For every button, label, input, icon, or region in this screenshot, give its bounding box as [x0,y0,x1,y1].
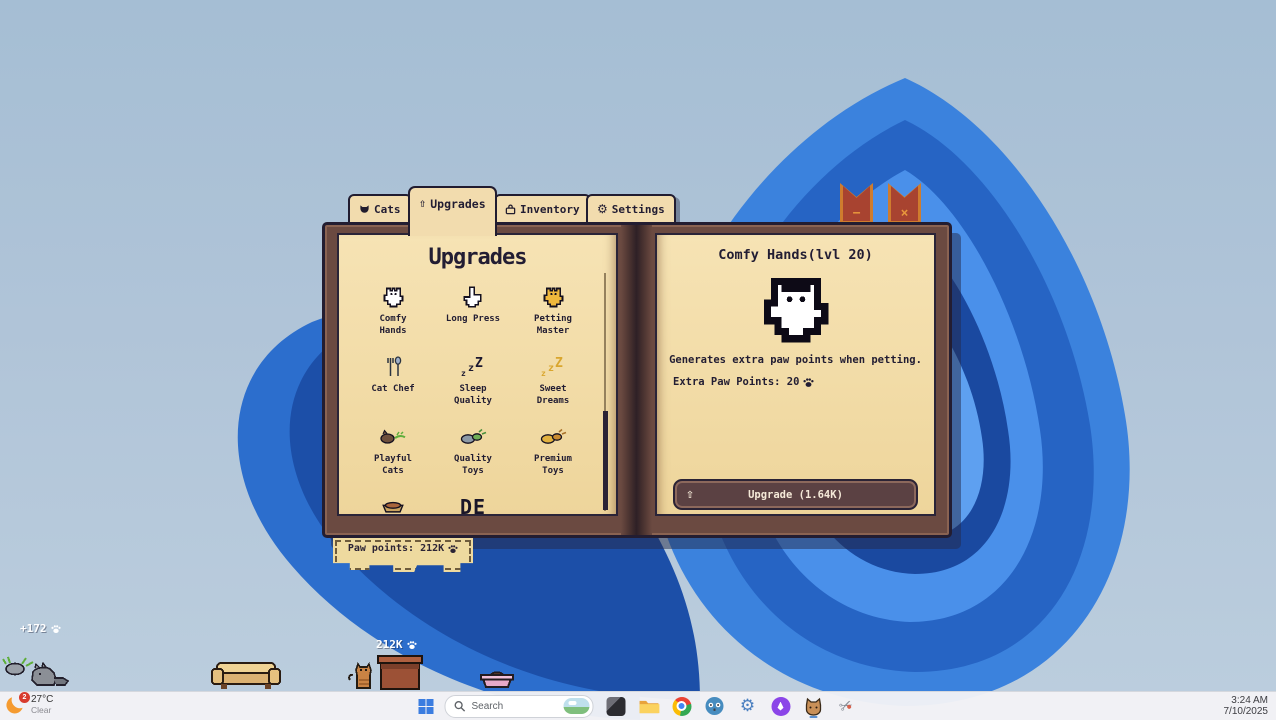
tab-upgrades-label: Upgrades [430,197,485,211]
page-title: Upgrades [339,245,616,270]
upgrade-item-petting-master[interactable]: Petting Master [513,281,593,351]
floating-points: +172 [20,622,61,635]
svg-text:z: z [461,369,466,378]
tab-inventory[interactable]: Inventory [494,194,591,224]
search-highlight-thumbnail [564,698,590,714]
upgrade-item-quality-toys[interactable]: Quality Toys [433,421,513,491]
chrome-icon[interactable] [671,694,693,718]
upgrade-item-playful-cats[interactable]: Playful Cats [353,421,433,491]
up-arrow-icon: ⇧ [686,487,694,502]
partial-heading-text: DE [460,495,486,516]
minimize-button[interactable]: − [840,183,873,224]
paw-icon [407,640,417,650]
gold-toys-icon [538,421,568,453]
scrollbar-thumb[interactable] [603,411,608,510]
gear-icon: ⚙ [597,203,608,215]
weather-condition: Clear [31,705,53,716]
upgrade-button-label: Upgrade (1.64K) [748,489,843,501]
active-indicator [810,716,818,719]
gold-zzz-icon: zzZ [539,351,567,383]
search-icon [454,700,466,712]
upgrade-detail-page: Comfy Hands(lvl 20) Generates extra paw … [655,233,936,516]
paw-icon [448,544,458,554]
gold-glove-icon [540,281,567,313]
tab-upgrades[interactable]: ⇧ Upgrades [408,186,497,236]
temperature: 27°C [31,694,53,705]
book-spine [621,225,652,535]
upgrade-detail-title: Comfy Hands(lvl 20) [657,247,934,263]
moon-weather-icon: 2 [6,695,26,715]
upgrade-item-premium-toys[interactable]: Premium Toys [513,421,593,491]
couch[interactable] [210,656,282,692]
upgrade-grid: Comfy Hands Long Press Petting Master [353,281,593,516]
svg-text:z: z [468,363,474,374]
game-book-window: Upgrades Comfy Hands Long Press [322,222,952,538]
toys-icon [458,421,488,453]
taskbar-center: Search ⚙ ✂ [419,692,858,720]
upgrade-item-comfy-hands[interactable]: Comfy Hands [353,281,433,351]
upgrade-item-long-press[interactable]: Long Press [433,281,513,351]
dark-app-icon[interactable] [605,694,627,718]
upgrade-item-partial[interactable] [353,491,433,516]
upgrade-stat: Extra Paw Points: 20 [673,376,814,388]
tab-settings-label: Settings [612,203,665,216]
tab-inventory-label: Inventory [520,203,580,216]
cutlery-icon [381,351,405,383]
weather-widget[interactable]: 2 27°C Clear [6,694,53,716]
food-bowl[interactable] [477,666,517,691]
cat-with-toy-icon [378,421,408,453]
tab-settings[interactable]: ⚙ Settings [586,194,676,224]
desktop: Cats ⇧ Upgrades Inventory ⚙ Settings − ×… [0,0,1276,720]
paw-points-label: Paw points: 212K [333,538,473,572]
box-points-text: 212K [376,638,403,651]
zzz-icon: zzZ [459,351,487,383]
box-points: 212K [376,638,417,651]
inventory-bag-icon [505,204,516,215]
floating-points-text: +172 [20,622,47,635]
clock-date: 7/10/2025 [1224,706,1269,717]
svg-text:z: z [541,369,546,378]
search-input[interactable]: Search [445,695,594,718]
upgrade-button[interactable]: ⇧ Upgrade (1.64K) [673,479,918,510]
cat-icon [359,204,370,215]
svg-text:z: z [548,363,554,374]
start-button[interactable] [419,699,434,714]
tab-cats-label: Cats [374,203,401,216]
gear-app-icon[interactable]: ⚙ [737,694,759,718]
food-bowl-icon [380,491,406,516]
godot-icon[interactable] [704,694,726,718]
upgrade-item-cat-chef[interactable]: Cat Chef [353,351,433,421]
upgrade-section-partial: DE [433,491,513,516]
paw-points-text: Paw points: 212K [348,543,444,554]
minimize-icon: − [840,207,873,221]
upgrades-page: Upgrades Comfy Hands Long Press [337,233,618,516]
upgrade-item-sweet-dreams[interactable]: zzZ Sweet Dreams [513,351,593,421]
file-explorer-icon[interactable] [638,694,660,718]
white-glove-icon [380,281,407,313]
upgrade-description: Generates extra paw points when petting. [657,354,934,366]
gray-cat[interactable] [28,662,72,690]
svg-text:Z: Z [555,356,563,371]
taskbar-clock[interactable]: 3:24 AM 7/10/2025 [1224,695,1269,717]
search-placeholder: Search [472,701,558,712]
notification-badge: 2 [19,692,30,703]
big-white-glove-icon [753,267,839,353]
paw-icon [803,377,814,388]
cardboard-box[interactable] [376,652,424,691]
tab-cats[interactable]: Cats [348,194,412,224]
up-arrow-icon: ⇧ [419,197,426,209]
purple-app-icon[interactable] [770,694,792,718]
paw-icon [51,624,61,634]
pointer-hand-icon [460,281,486,313]
upgrade-item-sleep-quality[interactable]: zzZ Sleep Quality [433,351,513,421]
close-icon: × [888,207,921,221]
grid-spacer [513,491,593,516]
svg-text:Z: Z [475,356,483,371]
scissors-app-icon[interactable]: ✂ [836,694,858,718]
clock-time: 3:24 AM [1224,695,1269,706]
taskbar: 2 27°C Clear Search [0,691,1276,720]
close-button[interactable]: × [888,183,921,224]
upgrade-stat-text: Extra Paw Points: 20 [673,376,799,388]
cat-game-icon[interactable] [803,694,825,718]
